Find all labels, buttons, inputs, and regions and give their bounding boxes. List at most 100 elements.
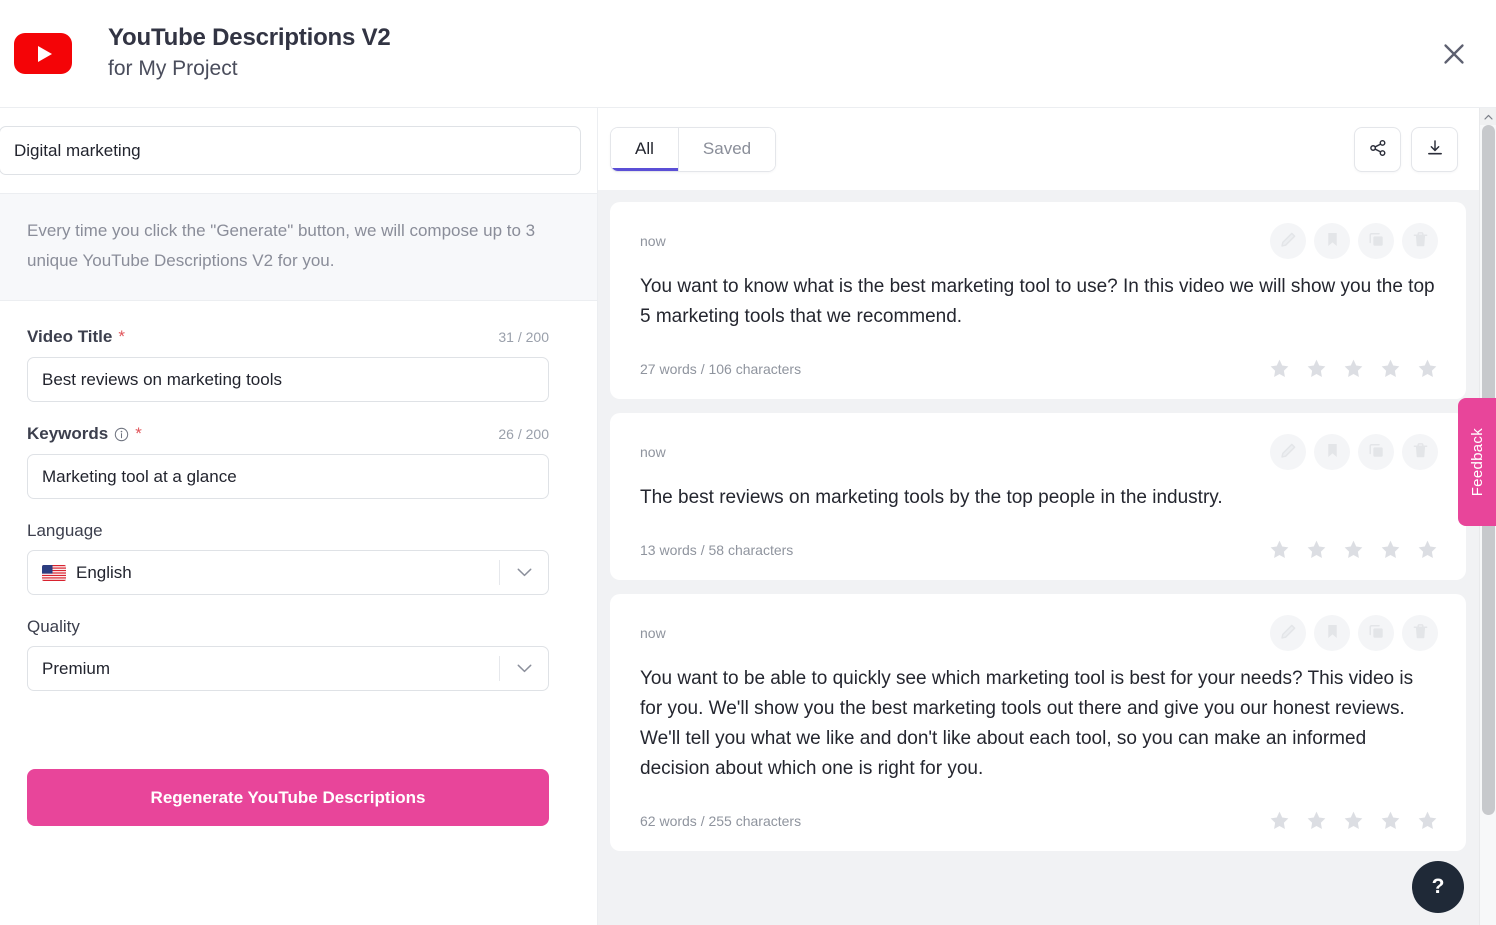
required-asterisk: * [135, 424, 142, 443]
star-1[interactable] [1269, 810, 1290, 831]
copy-button[interactable] [1358, 615, 1394, 651]
results-list[interactable]: now You want to know what is the best ma… [598, 190, 1496, 925]
field-quality: Quality Premium [27, 617, 549, 691]
keywords-counter: 26 / 200 [498, 426, 549, 442]
form-area: Video Title * 31 / 200 Keywords [0, 301, 597, 691]
page-title: YouTube Descriptions V2 [108, 24, 391, 52]
card-top: now [640, 223, 1438, 259]
star-4[interactable] [1380, 358, 1401, 379]
tab-all[interactable]: All [611, 127, 678, 171]
trash-button[interactable] [1402, 615, 1438, 651]
card-bottom: 13 words / 58 characters [640, 539, 1438, 560]
copy-icon [1368, 442, 1385, 462]
star-5[interactable] [1417, 358, 1438, 379]
star-3[interactable] [1343, 810, 1364, 831]
card-timestamp: now [640, 625, 666, 641]
close-icon [1441, 41, 1467, 67]
tab-saved[interactable]: Saved [677, 127, 776, 171]
video-title-label-text: Video Title [27, 327, 113, 346]
header-titles: YouTube Descriptions V2 for My Project [108, 23, 391, 83]
regenerate-wrap: Regenerate YouTube Descriptions [0, 713, 597, 826]
results-panel: All Saved now You want to know what is t… [598, 108, 1496, 925]
edit-icon [1280, 623, 1297, 643]
page-subtitle: for My Project [108, 57, 238, 81]
edit-icon [1280, 442, 1297, 462]
results-tabs: All Saved [610, 126, 777, 172]
star-rating[interactable] [1269, 358, 1438, 379]
language-value-text: English [76, 562, 132, 582]
card-timestamp: now [640, 233, 666, 249]
star-2[interactable] [1306, 539, 1327, 560]
play-triangle-icon [38, 45, 52, 62]
chevron-down-icon[interactable] [499, 560, 548, 585]
bookmark-button[interactable] [1314, 223, 1350, 259]
share-button[interactable] [1354, 126, 1401, 172]
star-5[interactable] [1417, 539, 1438, 560]
field-label-row: Video Title * 31 / 200 [27, 327, 549, 347]
results-toolbar: All Saved [598, 108, 1496, 190]
star-3[interactable] [1343, 358, 1364, 379]
keywords-label: Keywords * [27, 424, 142, 444]
card-top: now [640, 434, 1438, 470]
copy-button[interactable] [1358, 223, 1394, 259]
result-card: now The best reviews on marketing tools … [610, 413, 1466, 580]
edit-button[interactable] [1270, 223, 1306, 259]
star-5[interactable] [1417, 810, 1438, 831]
help-button[interactable]: ? [1412, 861, 1464, 913]
quality-select[interactable]: Premium [27, 646, 549, 691]
star-4[interactable] [1380, 810, 1401, 831]
star-rating[interactable] [1269, 810, 1438, 831]
language-select-value: English [42, 563, 132, 583]
card-actions [1270, 434, 1438, 470]
card-timestamp: now [640, 444, 666, 460]
card-actions [1270, 223, 1438, 259]
star-3[interactable] [1343, 539, 1364, 560]
topic-row [0, 108, 597, 193]
bookmark-button[interactable] [1314, 615, 1350, 651]
star-2[interactable] [1306, 810, 1327, 831]
card-bottom: 62 words / 255 characters [640, 810, 1438, 831]
star-4[interactable] [1380, 539, 1401, 560]
app-header: YouTube Descriptions V2 for My Project [0, 0, 1496, 108]
trash-icon [1412, 231, 1429, 251]
body-split: Every time you click the "Generate" butt… [0, 108, 1496, 925]
star-1[interactable] [1269, 539, 1290, 560]
trash-button[interactable] [1402, 434, 1438, 470]
keywords-input[interactable] [27, 454, 549, 499]
copy-icon [1368, 623, 1385, 643]
copy-icon [1368, 231, 1385, 251]
video-title-input[interactable] [27, 357, 549, 402]
trash-icon [1412, 442, 1429, 462]
star-2[interactable] [1306, 358, 1327, 379]
regenerate-button[interactable]: Regenerate YouTube Descriptions [27, 769, 549, 826]
scroll-up-arrow-icon[interactable] [1480, 108, 1496, 125]
info-icon[interactable] [114, 427, 129, 442]
language-label: Language [27, 521, 103, 540]
field-video-title: Video Title * 31 / 200 [27, 327, 549, 402]
result-card: now You want to know what is the best ma… [610, 202, 1466, 399]
copy-button[interactable] [1358, 434, 1394, 470]
bookmark-button[interactable] [1314, 434, 1350, 470]
quality-value-text: Premium [42, 658, 111, 678]
topic-input[interactable] [0, 126, 581, 175]
chevron-down-icon[interactable] [499, 656, 548, 681]
edit-button[interactable] [1270, 615, 1306, 651]
download-button[interactable] [1411, 126, 1458, 172]
feedback-tab-label: Feedback [1468, 427, 1486, 497]
trash-button[interactable] [1402, 223, 1438, 259]
card-description-text: You want to be able to quickly see which… [640, 668, 1414, 779]
bookmark-icon [1324, 623, 1341, 643]
field-language: Language English [27, 521, 549, 595]
card-actions [1270, 615, 1438, 651]
close-button[interactable] [1434, 34, 1474, 74]
field-label-row: Keywords * 26 / 200 [27, 424, 549, 444]
download-icon [1426, 139, 1444, 160]
required-asterisk: * [118, 327, 125, 346]
feedback-tab[interactable]: Feedback [1458, 398, 1496, 526]
star-1[interactable] [1269, 358, 1290, 379]
language-select[interactable]: English [27, 550, 549, 595]
edit-button[interactable] [1270, 434, 1306, 470]
card-word-count: 62 words / 255 characters [640, 812, 802, 829]
star-rating[interactable] [1269, 539, 1438, 560]
trash-icon [1412, 623, 1429, 643]
